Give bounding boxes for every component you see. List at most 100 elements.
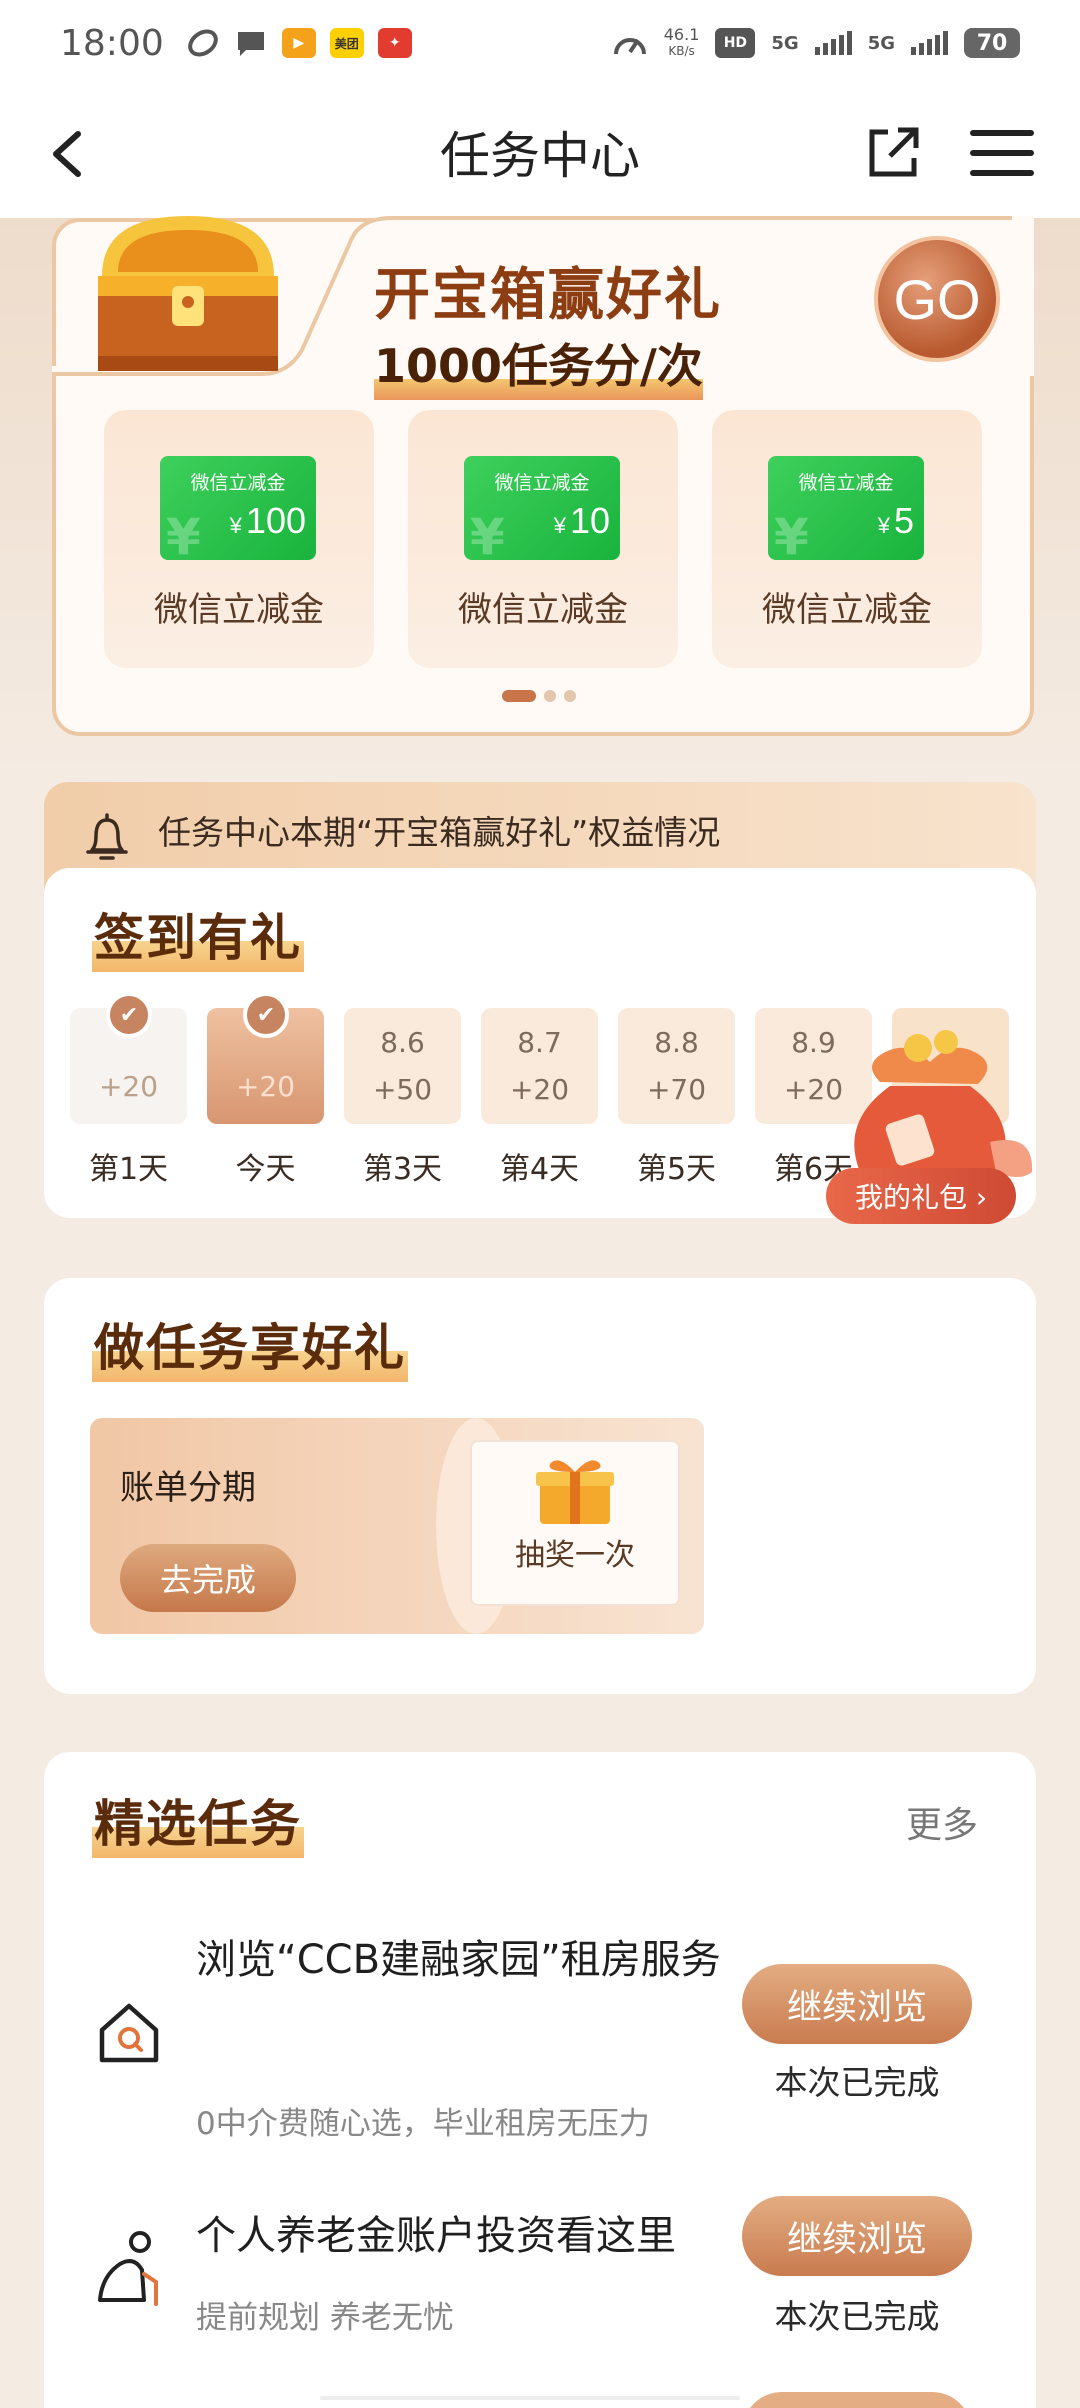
day-points: +20	[98, 1069, 159, 1103]
featured-item-status: 本次已完成	[774, 2063, 940, 2102]
day-points: +70	[646, 1073, 707, 1106]
gift-box-icon	[536, 1460, 614, 1524]
coupon-currency: ¥	[877, 513, 890, 538]
check-icon: ✔	[243, 992, 289, 1038]
coupon-label: 微信立减金	[190, 472, 286, 494]
featured-item-desc: 提前规划 养老无忧	[196, 2300, 454, 2336]
house-search-icon	[99, 2003, 159, 2063]
coupon-label: 微信立减金	[494, 472, 590, 494]
signin-day-box: 8.8 +70	[618, 1008, 735, 1124]
tasks-title: 做任务享好礼	[92, 1308, 408, 1382]
meituan-app-icon: 美团	[329, 28, 364, 58]
day-label: 第4天	[499, 1152, 580, 1187]
system-status: 46.1 KB/s HD 5G 5G 70	[612, 27, 1020, 59]
check-icon: ✔	[106, 992, 152, 1038]
next-item-button-peek	[742, 2392, 972, 2408]
featured-title: 精选任务	[92, 1784, 304, 1858]
banner-title: 开宝箱赢好礼	[374, 263, 722, 328]
treasure-chest-icon	[98, 216, 278, 371]
coupon-label: 微信立减金	[798, 472, 894, 494]
wechat-coupon: ¥ 微信立减金 ¥5	[768, 456, 924, 560]
net-speed-value: 46.1	[663, 25, 700, 44]
coupon-currency: ¥	[553, 513, 566, 538]
task-prize-label: 抽奖一次	[515, 1538, 635, 1573]
day-date: 8.8	[654, 1026, 699, 1059]
task-item-bill-installment[interactable]: 账单分期 去完成 抽奖一次	[90, 1418, 704, 1634]
featured-item-status: 本次已完成	[774, 2297, 940, 2336]
sim1-label: 5G	[771, 32, 799, 54]
menu-icon[interactable]	[970, 128, 1034, 178]
banner-subtitle: 1000任务分/次	[374, 330, 703, 400]
battery-icon: 70	[964, 28, 1020, 58]
featured-item-title: 浏览“CCB建融家园”租房服务	[196, 1937, 721, 1983]
reward-card[interactable]: ¥ 微信立减金 ¥100 微信立减金	[104, 410, 374, 668]
signin-day[interactable]: 8.6 +50 第3天	[344, 1008, 461, 1188]
coupon-amount: ¥10	[554, 500, 610, 542]
back-icon[interactable]	[44, 126, 94, 182]
task-complete-button[interactable]: 去完成	[120, 1544, 296, 1612]
day-label: 第3天	[362, 1152, 443, 1187]
reward-card[interactable]: ¥ 微信立减金 ¥5 微信立减金	[712, 410, 982, 668]
go-button[interactable]: GO	[874, 236, 1000, 362]
notice-text: 任务中心本期“开宝箱赢好礼”权益情况	[158, 813, 721, 852]
more-link[interactable]: 更多	[906, 1796, 978, 1848]
featured-item-title: 个人养老金账户投资看这里	[196, 2213, 676, 2259]
signin-day[interactable]: 8.8 +70 第5天	[618, 1008, 735, 1188]
reward-name: 微信立减金	[154, 590, 324, 630]
nav-header: 任务中心	[0, 86, 1080, 218]
coupon-value: 100	[245, 500, 306, 541]
signin-day[interactable]: +20 ✔ 今天	[207, 992, 324, 1188]
carousel-dot-active	[502, 690, 536, 702]
signin-title: 签到有礼	[92, 898, 304, 972]
yen-watermark-icon: ¥	[166, 508, 201, 560]
signal-icon-1	[814, 31, 852, 55]
news-app-icon: ✦	[377, 28, 412, 58]
sim2-label: 5G	[867, 32, 895, 54]
coupon-currency: ¥	[229, 513, 242, 538]
day-label: 第5天	[636, 1152, 717, 1187]
day-points: +20	[509, 1073, 570, 1106]
coupon-amount: ¥5	[878, 500, 914, 542]
status-bar: 18:00 ▶ 美团 ✦ 46.1 KB/s HD 5G 5G 70	[0, 0, 1080, 86]
net-speed: 46.1 KB/s	[664, 27, 700, 59]
yen-watermark-icon: ¥	[774, 508, 809, 560]
yen-watermark-icon: ¥	[470, 508, 505, 560]
day-points: +50	[372, 1073, 433, 1106]
reward-carousel[interactable]: ¥ 微信立减金 ¥100 微信立减金 ¥ 微信立减金 ¥10 微信立减金 ¥ 微…	[104, 410, 982, 668]
day-label: 今天	[235, 1152, 296, 1187]
signal-icon-2	[911, 31, 948, 55]
carousel-dot	[564, 690, 576, 702]
reward-name: 微信立减金	[458, 590, 628, 630]
status-time: 18:00	[60, 22, 164, 64]
reward-card[interactable]: ¥ 微信立减金 ¥10 微信立减金	[408, 410, 678, 668]
elderly-person-icon	[98, 2231, 158, 2306]
continue-browse-button[interactable]: 继续浏览	[742, 2196, 972, 2276]
share-icon[interactable]	[866, 124, 922, 180]
notification-icons: ▶ 美团 ✦	[186, 28, 412, 58]
coupon-value: 10	[569, 500, 610, 541]
coupon-amount: ¥100	[230, 500, 306, 542]
signin-day[interactable]: 8.7 +20 第4天	[481, 1008, 598, 1188]
day-label: 第1天	[88, 1152, 169, 1187]
wechat-coupon: ¥ 微信立减金 ¥100	[160, 456, 316, 560]
carousel-indicator	[502, 690, 576, 702]
bell-icon	[86, 813, 128, 860]
wechat-coupon: ¥ 微信立减金 ¥10	[464, 456, 620, 560]
my-gift-button[interactable]: 我的礼包 ›	[826, 1168, 1016, 1224]
day-date: 8.7	[517, 1026, 562, 1059]
carousel-dot	[544, 690, 556, 702]
speed-gauge-icon	[613, 38, 646, 55]
page-title: 任务中心	[440, 127, 640, 185]
link-icon	[187, 29, 218, 57]
featured-item-desc: 0中介费随心选，毕业租房无压力	[196, 2106, 650, 2142]
day-date: 8.6	[380, 1026, 425, 1059]
chat-icon	[237, 32, 264, 56]
next-item-peek	[320, 2396, 740, 2400]
task-name: 账单分期	[120, 1468, 256, 1508]
day-points: +20	[235, 1069, 296, 1103]
signin-day[interactable]: +20 ✔ 第1天	[70, 992, 187, 1188]
continue-browse-button[interactable]: 继续浏览	[742, 1964, 972, 2044]
signin-day-box: 8.7 +20	[481, 1008, 598, 1124]
reward-name: 微信立减金	[762, 590, 932, 630]
signin-day-box: 8.6 +50	[344, 1008, 461, 1124]
